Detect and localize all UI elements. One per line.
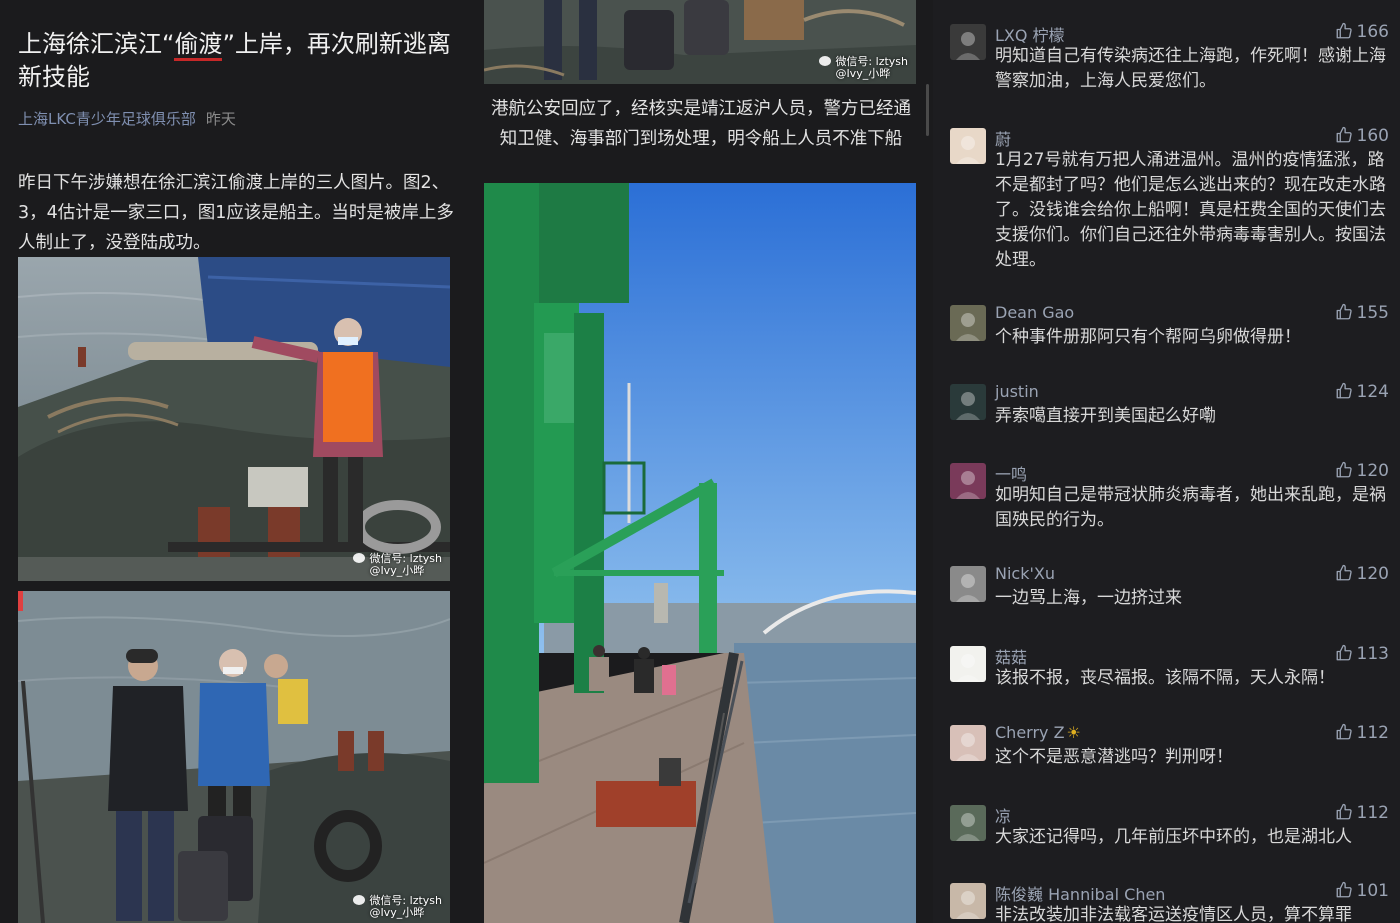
like-button[interactable]: 120 xyxy=(1335,461,1389,481)
comment-text: 明知道自己有传染病还往上海跑，作死啊！感谢上海警察加油，上海人民爱您们。 xyxy=(995,46,1386,91)
like-count: 113 xyxy=(1356,644,1389,664)
like-count: 124 xyxy=(1356,382,1389,402)
thumbs-up-icon xyxy=(1336,382,1352,399)
comment-item: justin 124 弄索噶直接开到美国起么好嘞 xyxy=(950,382,1390,442)
article-panel: 上海徐汇滨江“偷渡”上岸，再次刷新逃离新技能 上海LKC青少年足球俱乐部 昨天 昨… xyxy=(0,0,466,923)
like-count: 112 xyxy=(1356,803,1389,823)
comment-text: 弄索噶直接开到美国起么好嘞 xyxy=(995,406,1216,426)
scrollbar[interactable] xyxy=(926,84,929,136)
comment-author[interactable]: 陈俊巍 Hannibal Chen xyxy=(995,881,1165,905)
comment-text: 1月27号就有万把人涌进温州。温州的疫情猛涨，路不是都封了吗？他们是怎么逃出来的… xyxy=(995,150,1386,270)
comment-author[interactable]: 菇菇 xyxy=(995,644,1027,668)
comment-text: 非法改装加非法载客运送疫情区人员，算不算罪 xyxy=(995,905,1352,923)
comment-item: 蔚 160 1月27号就有万把人涌进温州。温州的疫情猛涨，路不是都封了吗？他们是怎么… xyxy=(950,126,1390,286)
author-link[interactable]: 上海LKC青少年足球俱乐部 xyxy=(18,110,196,128)
comment-item: Cherry Z ☀ 112 这个不是恶意潜逃吗？判刑呀！ xyxy=(950,723,1390,783)
comment-item: 陈俊巍 Hannibal Chen 101 非法改装加非法载客运送疫情区人员，算不算… xyxy=(950,881,1390,923)
outdoor-avatar[interactable] xyxy=(950,805,986,841)
comment-text: 一边骂上海，一边挤过来 xyxy=(995,588,1182,608)
article-title: 上海徐汇滨江“偷渡”上岸，再次刷新逃离新技能 xyxy=(18,30,451,91)
like-button[interactable]: 120 xyxy=(1335,564,1389,584)
like-count: 112 xyxy=(1356,723,1389,743)
highlighted-keyword[interactable]: 偷渡 xyxy=(174,30,223,61)
like-count: 166 xyxy=(1356,22,1389,42)
watermark: 微信号: lztysh @Ivy_小晔 xyxy=(353,895,442,919)
article-meta: 上海LKC青少年足球俱乐部 昨天 xyxy=(18,108,236,129)
photo-boat-owner[interactable]: 微信号: lztysh @Ivy_小晔 xyxy=(18,257,450,581)
photo-riverside-promenade[interactable] xyxy=(484,183,916,923)
like-count: 120 xyxy=(1356,461,1389,481)
comment-item: 菇菇 113 该报不报，丧尽福报。该隔不隔，天人永隔！ xyxy=(950,644,1390,704)
thumbs-up-icon xyxy=(1336,803,1352,820)
comment-text: 个种事件册那阿只有个帮阿乌卵做得册！ xyxy=(995,327,1301,347)
comment-item: Dean Gao 155 个种事件册那阿只有个帮阿乌卵做得册！ xyxy=(950,303,1390,363)
comment-item: Nick'Xu 120 一边骂上海，一边挤过来 xyxy=(950,564,1390,624)
photo-family-on-boat[interactable]: 微信号: lztysh @Ivy_小晔 xyxy=(18,591,450,923)
drawing-avatar[interactable] xyxy=(950,646,986,682)
comment-author[interactable]: justin xyxy=(995,382,1039,401)
city-avatar[interactable] xyxy=(950,463,986,499)
comment-text: 该报不报，丧尽福报。该隔不隔，天人永隔！ xyxy=(995,668,1335,688)
baby-avatar[interactable] xyxy=(950,128,986,164)
article-paragraph: 昨日下午涉嫌想在徐汇滨江偷渡上岸的三人图片。图2、3，4估计是一家三口，图1应该… xyxy=(18,173,454,253)
portrait-avatar[interactable] xyxy=(950,883,986,919)
child-avatar[interactable] xyxy=(950,725,986,761)
thumbs-up-icon xyxy=(1336,303,1352,320)
portrait-avatar[interactable] xyxy=(950,24,986,60)
like-button[interactable]: 101 xyxy=(1335,881,1389,901)
watermark: 微信号: lztysh @Ivy_小晔 xyxy=(819,56,908,80)
object-avatar[interactable] xyxy=(950,305,986,341)
comment-author[interactable]: Dean Gao xyxy=(995,303,1074,322)
post-time: 昨天 xyxy=(205,110,236,128)
comment-item: 凉 112 大家还记得吗，几年前压坏中环的，也是湖北人 xyxy=(950,803,1390,863)
comment-text: 这个不是恶意潜逃吗？判刑呀！ xyxy=(995,747,1233,767)
like-count: 120 xyxy=(1356,564,1389,584)
sun-badge-icon: ☀ xyxy=(1066,723,1081,742)
thumbs-up-icon xyxy=(1336,881,1352,898)
cartoon-avatar[interactable] xyxy=(950,384,986,420)
thumbs-up-icon xyxy=(1336,22,1352,39)
comment-author[interactable]: LXQ 柠檬 xyxy=(995,22,1065,46)
police-response-text: 港航公安回应了，经核实是靖江返沪人员，警方已经通知卫健、海事部门到场处理，明令船… xyxy=(491,99,911,149)
thumbs-up-icon xyxy=(1336,644,1352,661)
comment-author[interactable]: 一鸣 xyxy=(995,461,1027,485)
thumbs-up-icon xyxy=(1336,461,1352,478)
comment-item: LXQ 柠檬 166 明知道自己有传染病还往上海跑，作死啊！感谢上海警察加油，上海人… xyxy=(950,22,1390,102)
like-button[interactable]: 124 xyxy=(1335,382,1389,402)
photo-boat-deck-top[interactable]: 微信号: lztysh @Ivy_小晔 xyxy=(484,0,916,84)
like-button[interactable]: 113 xyxy=(1335,644,1389,664)
like-count: 160 xyxy=(1356,126,1389,146)
like-button[interactable]: 155 xyxy=(1335,303,1389,323)
comment-author[interactable]: 凉 xyxy=(995,803,1011,827)
like-button[interactable]: 160 xyxy=(1335,126,1389,146)
thumbs-up-icon xyxy=(1336,564,1352,581)
like-count: 155 xyxy=(1356,303,1389,323)
comment-author[interactable]: 蔚 xyxy=(995,126,1011,150)
comment-text: 大家还记得吗，几年前压坏中环的，也是湖北人 xyxy=(995,827,1352,847)
like-count: 101 xyxy=(1356,881,1389,901)
comment-text: 如明知自己是带冠状肺炎病毒者，她出来乱跑，是祸国殃民的行为。 xyxy=(995,485,1386,530)
portrait-avatar[interactable] xyxy=(950,566,986,602)
like-button[interactable]: 112 xyxy=(1335,723,1389,743)
comment-item: 一鸣 120 如明知自己是带冠状肺炎病毒者，她出来乱跑，是祸国殃民的行为。 xyxy=(950,461,1390,541)
comment-author[interactable]: Nick'Xu xyxy=(995,564,1055,583)
comment-author[interactable]: Cherry Z ☀ xyxy=(995,723,1081,742)
thumbs-up-icon xyxy=(1336,723,1352,740)
article-continuation-panel: 微信号: lztysh @Ivy_小晔 港航公安回应了，经核实是靖江返沪人员，警方… xyxy=(466,0,933,923)
thumbs-up-icon xyxy=(1336,126,1352,143)
like-button[interactable]: 112 xyxy=(1335,803,1389,823)
comments-panel: LXQ 柠檬 166 明知道自己有传染病还往上海跑，作死啊！感谢上海警察加油，上海人… xyxy=(933,0,1400,923)
watermark: 微信号: lztysh @Ivy_小晔 xyxy=(353,553,442,577)
like-button[interactable]: 166 xyxy=(1335,22,1389,42)
